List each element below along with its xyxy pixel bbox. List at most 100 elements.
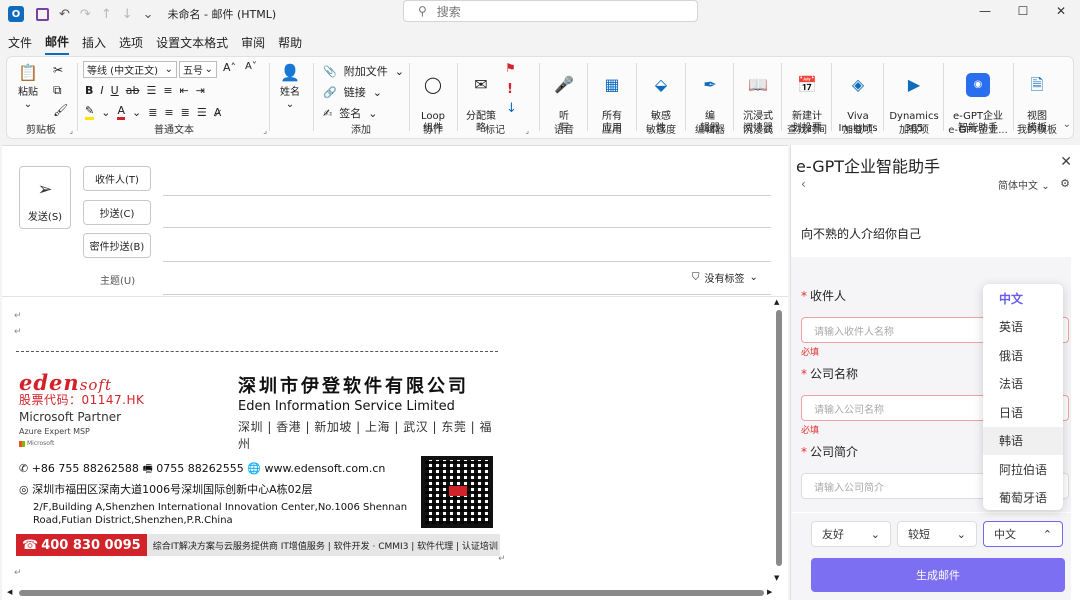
clear-format-icon[interactable]: A̷ <box>214 106 222 119</box>
highlight-icon[interactable]: ✎ <box>85 104 95 120</box>
name-button[interactable]: 👤 姓名 ⌄ <box>273 61 307 111</box>
gear-icon[interactable]: ⚙ <box>1060 177 1070 190</box>
sensitivity-tag-button[interactable]: ⛉ 没有标签 ⌄ <box>692 270 758 285</box>
scroll-thumb[interactable] <box>19 590 764 596</box>
address-en: 2/F,Building A,Shenzhen International In… <box>33 502 408 526</box>
font-name-select[interactable]: 等线 (中文正文) ⌄ <box>83 61 177 78</box>
dialog-launcher-icon[interactable]: ⌟ <box>263 126 267 135</box>
up-arrow-icon[interactable]: ↑ <box>101 7 112 22</box>
link-label: 链接 <box>343 86 366 99</box>
dialog-launcher-icon[interactable]: ⌟ <box>525 126 529 135</box>
menu-message[interactable]: 邮件 <box>45 33 70 55</box>
dropdown-option[interactable]: 中文 <box>983 284 1063 313</box>
search-input[interactable]: ⚲ 搜索 <box>403 0 698 22</box>
format-painter-icon[interactable]: 🖌 <box>53 103 68 117</box>
font-size-select[interactable]: 五号 ⌄ <box>179 61 217 78</box>
minimize-icon[interactable]: — <box>966 0 1004 22</box>
company-label-text: 公司名称 <box>810 367 859 381</box>
close-icon[interactable]: ✕ <box>1060 154 1072 170</box>
copy-icon[interactable]: ⧉ <box>53 83 62 98</box>
maximize-icon[interactable]: ☐ <box>1004 0 1042 22</box>
dropdown-option[interactable]: 英语 <box>983 313 1063 342</box>
align-center-icon[interactable]: ≡ <box>164 106 173 119</box>
save-icon[interactable] <box>36 7 49 21</box>
numbering-icon[interactable]: ≡ <box>163 84 172 97</box>
ms-sub-text: Azure Expert MSP <box>19 427 90 436</box>
grow-font-icon[interactable]: A˄ <box>223 61 236 74</box>
dialog-launcher-icon[interactable]: ⌟ <box>69 126 73 135</box>
chevron-down-icon[interactable]: ⌄ <box>132 106 141 119</box>
bcc-button[interactable]: 密件抄送(B) <box>83 233 151 258</box>
generate-email-button[interactable]: 生成邮件 <box>811 558 1065 592</box>
increase-indent-icon[interactable]: ⇥ <box>196 84 205 97</box>
scroll-up-icon[interactable]: ▲ <box>774 298 779 306</box>
align-right-icon[interactable]: ≣ <box>181 106 190 119</box>
signature-button[interactable]: ✍ 签名 ⌄ <box>323 105 377 121</box>
dropdown-option[interactable]: 俄语 <box>983 341 1063 370</box>
dropdown-option[interactable]: 阿拉伯语 <box>983 455 1063 484</box>
length-select[interactable]: 较短 ⌄ <box>897 521 977 547</box>
decrease-indent-icon[interactable]: ⇤ <box>180 84 189 97</box>
separator <box>457 63 458 131</box>
flag-icon[interactable]: ⚑ <box>505 61 516 75</box>
bold-icon[interactable]: B <box>85 84 93 97</box>
scroll-down-icon[interactable]: ▼ <box>774 574 779 582</box>
ribbon-expand-icon[interactable]: ⌄ <box>1063 119 1071 130</box>
align-left-icon[interactable]: ≣ <box>148 106 157 119</box>
menu-file[interactable]: 文件 <box>8 34 32 54</box>
paste-label: 粘贴 <box>18 87 38 98</box>
dropdown-option[interactable]: 法语 <box>983 370 1063 399</box>
font-color-icon[interactable]: A <box>117 104 125 120</box>
attach-file-button[interactable]: 📎 附加文件 ⌄ <box>323 63 404 79</box>
dropdown-option[interactable]: 韩语 <box>983 426 1063 455</box>
chevron-down-icon: ⌄ <box>285 99 295 110</box>
bullets-icon[interactable]: ☰ <box>146 84 156 97</box>
output-language-select[interactable]: 中文 ⌃ <box>983 521 1063 547</box>
scroll-right-icon[interactable]: ▶ <box>767 588 772 596</box>
cut-icon[interactable]: ✂ <box>53 63 63 77</box>
italic-icon[interactable]: I <box>100 84 103 97</box>
strikethrough-icon[interactable]: ab <box>126 84 140 97</box>
menu-help[interactable]: 帮助 <box>278 34 302 54</box>
scroll-thumb[interactable] <box>776 310 782 566</box>
undo-icon[interactable]: ↶ <box>59 7 70 22</box>
to-field[interactable] <box>163 195 771 196</box>
chevron-down-icon[interactable]: ⌄ <box>101 106 110 119</box>
send-button[interactable]: ➢ 发送(S) <box>19 166 71 229</box>
cc-field[interactable] <box>163 227 771 228</box>
shrink-font-icon[interactable]: A˅ <box>245 61 257 72</box>
back-icon[interactable]: ‹ <box>801 177 806 191</box>
bcc-field[interactable] <box>163 261 771 262</box>
menu-insert[interactable]: 插入 <box>82 34 106 54</box>
separator <box>943 63 944 131</box>
tone-value: 友好 <box>822 528 844 541</box>
high-importance-icon[interactable]: ! <box>507 82 513 97</box>
menu-format-text[interactable]: 设置文本格式 <box>156 34 228 54</box>
menu-review[interactable]: 审阅 <box>241 34 265 54</box>
link-button[interactable]: 🔗 链接 ⌄ <box>323 84 382 100</box>
ui-language-select[interactable]: 简体中文 ⌄ <box>998 177 1050 192</box>
dropdown-option[interactable]: 葡萄牙语 <box>983 484 1063 511</box>
vertical-scrollbar[interactable]: ▲ ▼ <box>774 298 784 588</box>
editor-pen-icon: ✒ <box>703 75 717 94</box>
horizontal-scrollbar[interactable]: ◀ ▶ <box>7 588 777 598</box>
to-button[interactable]: 收件人(T) <box>83 166 151 191</box>
subject-field[interactable] <box>163 294 771 295</box>
low-importance-icon[interactable]: ↓ <box>506 101 517 116</box>
clipboard-group: 📋 粘贴 ⌄ ✂ ⧉ 🖌 剪贴板 ⌟ <box>7 57 75 138</box>
down-arrow-icon[interactable]: ↓ <box>122 7 133 22</box>
close-window-icon[interactable]: ✕ <box>1042 0 1080 22</box>
dropdown-option[interactable]: 日语 <box>983 398 1063 427</box>
company-name-en: Eden Information Service Limited <box>238 399 455 414</box>
microsoft-icon <box>19 440 25 447</box>
tone-select[interactable]: 友好 ⌄ <box>811 521 891 547</box>
underline-icon[interactable]: U <box>111 84 119 97</box>
paste-button[interactable]: 📋 粘贴 ⌄ <box>13 61 43 111</box>
contact-line: ✆ +86 755 88262588 🖷 0755 88262555 🌐 www… <box>19 462 386 475</box>
redo-icon[interactable]: ↷ <box>80 7 91 22</box>
justify-icon[interactable]: ☰ <box>197 106 207 119</box>
customize-toolbar-icon[interactable]: ⌄ <box>143 7 154 22</box>
menu-options[interactable]: 选项 <box>119 34 143 54</box>
cc-button[interactable]: 抄送(C) <box>83 200 151 225</box>
scroll-left-icon[interactable]: ◀ <box>7 588 12 596</box>
